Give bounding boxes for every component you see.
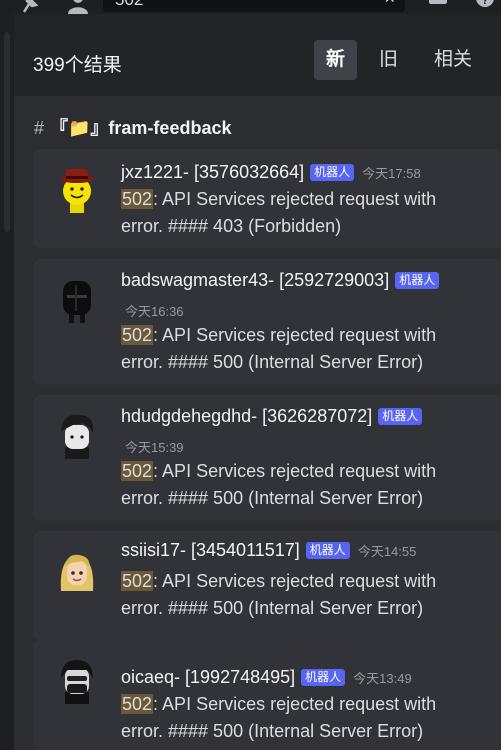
roblox-avatar-blonde[interactable] bbox=[53, 547, 101, 595]
search-result-card[interactable]: oicaeq- [1992748495] 机器人 今天13:49 502: API … bbox=[33, 640, 501, 750]
bot-badge: 机器人 bbox=[378, 408, 423, 425]
pin-icon[interactable] bbox=[18, 0, 40, 14]
message-content: 502: API Services rejected request with e… bbox=[121, 186, 491, 240]
message-content: 502: API Services rejected request with e… bbox=[121, 322, 491, 376]
message-timestamp: 今天13:49 bbox=[353, 671, 412, 686]
channel-hash-icon: # bbox=[34, 118, 45, 138]
sort-tab-oldest[interactable]: 旧 bbox=[370, 40, 407, 80]
message-line2: error. #### 500 (Internal Server Error) bbox=[121, 488, 424, 508]
message-line1: : API Services rejected request with bbox=[153, 325, 437, 345]
search-highlight: 502 bbox=[121, 325, 154, 345]
message-line2: error. #### 500 (Internal Server Error) bbox=[121, 352, 424, 372]
bot-badge: 机器人 bbox=[310, 164, 355, 181]
message-line2: error. #### 500 (Internal Server Error) bbox=[121, 721, 424, 741]
message-author[interactable]: oicaeq- [1992748495] bbox=[121, 667, 295, 687]
members-icon[interactable] bbox=[66, 0, 88, 14]
message-timestamp: 今天14:55 bbox=[357, 544, 417, 559]
top-toolbar: 502 × ? bbox=[0, 0, 501, 14]
search-highlight: 502 bbox=[121, 694, 154, 714]
search-highlight: 502 bbox=[121, 461, 154, 481]
bot-badge: 机器人 bbox=[305, 542, 350, 559]
clear-search-icon[interactable]: × bbox=[384, 0, 395, 9]
channel-name: 『📁』fram-feedback bbox=[50, 118, 232, 138]
message-timestamp: 今天15:39 bbox=[125, 440, 184, 455]
message-author[interactable]: ssiisi17- [3454011517] bbox=[121, 540, 300, 560]
svg-text:?: ? bbox=[481, 0, 488, 7]
message-line1: : API Services rejected request with bbox=[153, 189, 437, 209]
roblox-avatar-black-hair[interactable] bbox=[53, 411, 101, 459]
message-line1: : API Services rejected request with bbox=[153, 461, 437, 481]
message-line2: error. #### 500 (Internal Server Error) bbox=[121, 598, 424, 618]
message-timestamp: 今天17:58 bbox=[362, 166, 421, 181]
message-line2: error. #### 403 (Forbidden) bbox=[121, 216, 342, 236]
message-author[interactable]: hdudgdehegdhd- [3626287072] bbox=[121, 406, 372, 426]
message-content: 502: API Services rejected request with e… bbox=[121, 691, 491, 745]
message-line1: : API Services rejected request with bbox=[153, 694, 437, 714]
scrollbar-thumb[interactable] bbox=[4, 32, 10, 232]
channel-header[interactable]: # 『📁』fram-feedback bbox=[34, 115, 231, 141]
message-author[interactable]: badswagmaster43- [2592729003] bbox=[121, 270, 389, 290]
help-icon[interactable]: ? bbox=[474, 0, 496, 14]
message-timestamp: 今天16:36 bbox=[125, 304, 184, 319]
bot-badge: 机器人 bbox=[395, 272, 440, 289]
search-result-card[interactable]: hdudgdehegdhd- [3626287072] 机器人 今天15:39 5… bbox=[33, 395, 501, 521]
roblox-avatar-masked[interactable] bbox=[53, 656, 101, 704]
search-highlight: 502 bbox=[121, 571, 154, 591]
sort-tab-newest[interactable]: 新 bbox=[314, 40, 357, 80]
message-author[interactable]: jxz1221- [3576032664] bbox=[121, 162, 304, 182]
roblox-avatar-black-hood[interactable] bbox=[53, 275, 101, 323]
bot-badge: 机器人 bbox=[301, 669, 346, 686]
message-content: 502: API Services rejected request with e… bbox=[121, 458, 491, 512]
search-highlight: 502 bbox=[121, 189, 154, 209]
sort-tab-relevant[interactable]: 相关 bbox=[426, 40, 480, 80]
search-result-card[interactable]: jxz1221- [3576032664] 机器人 今天17:58 502: API… bbox=[33, 149, 501, 248]
message-content: 502: API Services rejected request with e… bbox=[121, 568, 491, 622]
search-value: 502 bbox=[115, 0, 143, 10]
left-rail bbox=[0, 14, 14, 750]
search-result-card[interactable]: badswagmaster43- [2592729003] 机器人 今天16:36… bbox=[33, 259, 501, 385]
search-result-card[interactable]: ssiisi17- [3454011517] 机器人 今天14:55 502: AP… bbox=[33, 531, 501, 640]
message-line1: : API Services rejected request with bbox=[153, 571, 437, 591]
search-input[interactable]: 502 × bbox=[103, 0, 405, 12]
results-header: 399个结果 新 旧 相关 bbox=[14, 14, 501, 96]
search-results-panel: 399个结果 新 旧 相关 # 『📁』fram-feedback jxz1221-… bbox=[14, 14, 501, 750]
roblox-avatar-yellow-hat[interactable] bbox=[53, 165, 101, 213]
inbox-icon[interactable] bbox=[427, 0, 449, 14]
result-count: 399个结果 bbox=[33, 55, 122, 76]
